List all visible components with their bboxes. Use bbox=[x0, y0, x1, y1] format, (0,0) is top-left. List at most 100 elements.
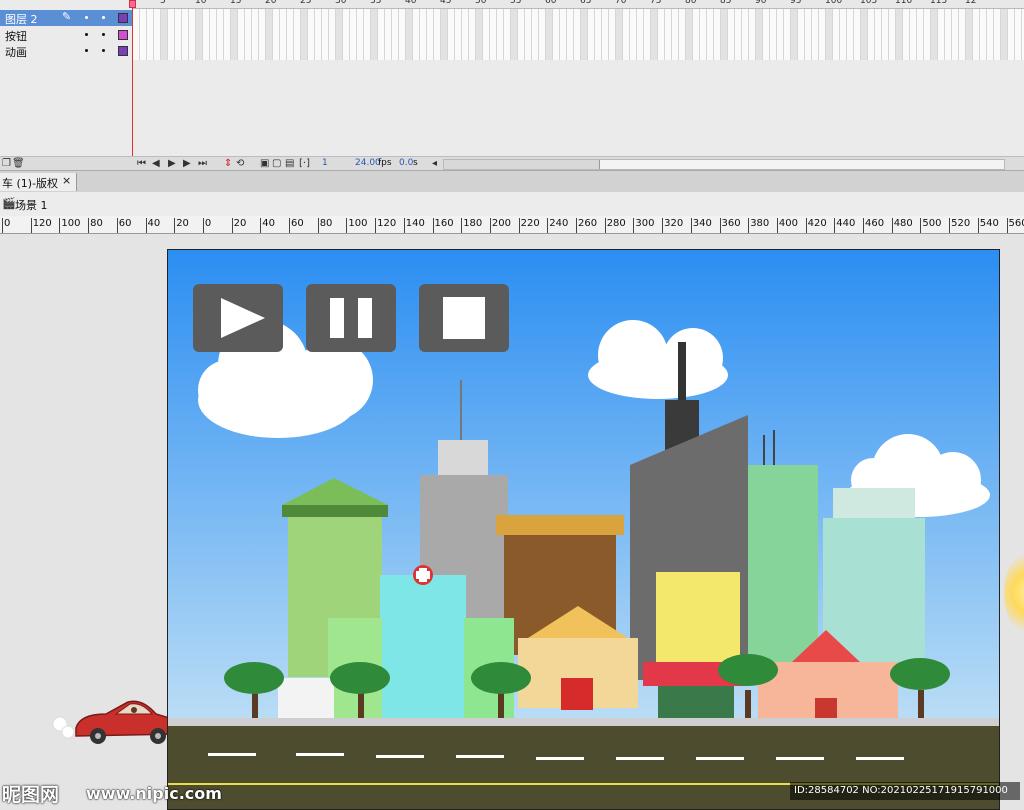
elapsed-unit: s bbox=[413, 158, 418, 168]
layer-row-1[interactable]: 图层 2 ✎ bbox=[0, 10, 132, 26]
visibility-dot[interactable] bbox=[85, 33, 88, 36]
frame-number: 10 bbox=[195, 0, 207, 6]
step-back-icon[interactable]: ◀ bbox=[152, 158, 160, 170]
layer-name: 按钮 bbox=[5, 30, 27, 43]
current-frame: 1 bbox=[322, 158, 328, 168]
layer-color-swatch[interactable] bbox=[118, 30, 128, 40]
ruler-label: 280 bbox=[606, 218, 626, 229]
timeline-panel: 图层 2 ✎ 按钮 动画 5 10 15 20 25 30 35 40 45 50 55 60 65 70… bbox=[0, 0, 1024, 171]
stage[interactable] bbox=[167, 249, 1000, 810]
play-icon[interactable]: ▶ bbox=[168, 158, 176, 170]
ruler-label: 140 bbox=[405, 218, 425, 229]
ruler-tick bbox=[719, 218, 721, 233]
ruler-tick bbox=[805, 218, 807, 233]
timeline-status-bar: ❐ 🗑 ⏮ ◀ ▶ ▶ ⏭ ⇕ ⟲ ▣ ▢ ▤ [·] 1 24.00 fps … bbox=[0, 156, 1024, 171]
ruler-label: 560 bbox=[1008, 218, 1024, 229]
playhead-handle[interactable] bbox=[129, 0, 136, 8]
ruler-tick bbox=[690, 218, 692, 233]
scene-label[interactable]: 场景 1 bbox=[15, 197, 48, 213]
ruler-label: 220 bbox=[520, 218, 540, 229]
document-tab-label: 车 (1)-版权 bbox=[2, 177, 59, 190]
ruler-tick bbox=[576, 218, 577, 233]
ruler-label: 80 bbox=[90, 218, 103, 229]
loop-icon[interactable]: ⟲ bbox=[236, 158, 244, 170]
ruler-label: 500 bbox=[922, 218, 942, 229]
last-frame-icon[interactable]: ⏭ bbox=[198, 158, 207, 170]
new-layer-icon[interactable]: ❐ bbox=[2, 158, 11, 170]
frame-rate-unit: fps bbox=[378, 158, 392, 168]
onion-outline-icon[interactable]: ▢ bbox=[272, 158, 281, 170]
frame-number: 45 bbox=[440, 0, 452, 6]
frame-number: 60 bbox=[545, 0, 557, 6]
center-frame-icon[interactable]: ⇕ bbox=[224, 158, 232, 170]
play-icon bbox=[221, 298, 265, 338]
onion-skin-icon[interactable]: ▣ bbox=[260, 158, 269, 170]
ruler-tick bbox=[949, 218, 951, 233]
layer-row-2[interactable]: 按钮 bbox=[0, 27, 132, 43]
ruler-label: 340 bbox=[692, 218, 712, 229]
frame-number: 65 bbox=[580, 0, 592, 6]
car-hubcap bbox=[95, 733, 101, 739]
frame-number: 115 bbox=[930, 0, 948, 6]
lock-dot[interactable] bbox=[102, 16, 105, 19]
ruler-label: 440 bbox=[836, 218, 856, 229]
ruler-label: 160 bbox=[434, 218, 454, 229]
ruler-label: 380 bbox=[750, 218, 770, 229]
play-button[interactable] bbox=[193, 284, 283, 352]
document-tab[interactable]: 车 (1)-版权 × bbox=[0, 173, 77, 191]
ruler-label: 40 bbox=[262, 218, 276, 229]
ruler-label: 520 bbox=[951, 218, 971, 229]
trash-icon[interactable]: 🗑 bbox=[12, 158, 25, 170]
frame-number: 55 bbox=[510, 0, 522, 6]
layer-row-3[interactable]: 动画 bbox=[0, 43, 132, 59]
ruler-label: 0 bbox=[4, 218, 11, 229]
frame-grid[interactable] bbox=[132, 0, 1024, 60]
frame-number: 70 bbox=[615, 0, 627, 6]
ruler-label: 200 bbox=[491, 218, 511, 229]
lock-dot[interactable] bbox=[102, 49, 105, 52]
frame-rate[interactable]: 24.00 bbox=[355, 158, 381, 168]
ruler-label: 180 bbox=[463, 218, 483, 229]
ruler-label: 20 bbox=[233, 218, 247, 229]
ruler-tick bbox=[547, 218, 549, 233]
ruler-tick bbox=[30, 218, 32, 233]
stop-icon bbox=[443, 297, 485, 339]
timeline-scroll-thumb[interactable] bbox=[444, 160, 600, 169]
visibility-dot[interactable] bbox=[85, 49, 88, 52]
layer-color-swatch[interactable] bbox=[118, 13, 128, 23]
ruler-label: 120 bbox=[377, 218, 397, 229]
first-frame-icon[interactable]: ⏮ bbox=[137, 158, 146, 170]
ruler-tick bbox=[375, 218, 377, 233]
ruler-tick bbox=[977, 218, 979, 233]
pause-button[interactable] bbox=[306, 284, 396, 352]
ruler-tick bbox=[432, 218, 434, 233]
ruler-label: 320 bbox=[664, 218, 684, 229]
ruler-tick bbox=[863, 218, 864, 233]
frame-number: 50 bbox=[475, 0, 487, 6]
scene-icon: 🎬 bbox=[2, 197, 16, 210]
stop-button[interactable] bbox=[419, 284, 509, 352]
layer-color-swatch[interactable] bbox=[118, 46, 128, 56]
close-icon[interactable]: × bbox=[62, 174, 71, 187]
ruler-tick bbox=[891, 218, 893, 233]
edit-multiple-icon[interactable]: ▤ bbox=[285, 158, 294, 170]
onion-markers-icon[interactable]: [·] bbox=[299, 158, 310, 170]
ruler-label: 420 bbox=[807, 218, 827, 229]
ruler-tick bbox=[633, 218, 635, 233]
frame-number: 15 bbox=[230, 0, 242, 6]
ruler-label: 240 bbox=[549, 218, 569, 229]
lock-dot[interactable] bbox=[102, 33, 105, 36]
ruler-tick bbox=[260, 218, 262, 233]
exhaust-smoke bbox=[61, 725, 75, 739]
ruler-label: 100 bbox=[61, 218, 81, 229]
visibility-dot[interactable] bbox=[85, 16, 88, 19]
building-shop bbox=[278, 678, 334, 722]
car-illustration[interactable] bbox=[46, 694, 186, 754]
watermark-id: ID:28584702 NO:20210225171915791000 bbox=[790, 782, 1020, 800]
pencil-icon: ✎ bbox=[62, 10, 72, 23]
ruler-tick bbox=[88, 218, 90, 233]
document-tab-bar: 车 (1)-版权 × bbox=[0, 170, 1024, 194]
step-forward-icon[interactable]: ▶ bbox=[183, 158, 191, 170]
playhead[interactable] bbox=[132, 0, 133, 158]
scroll-left-icon[interactable]: ◂ bbox=[432, 158, 437, 170]
